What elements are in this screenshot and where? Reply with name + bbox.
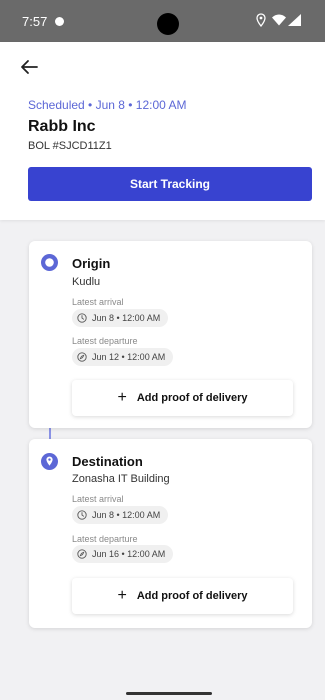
signal-icon bbox=[288, 14, 301, 26]
add-proof-label: Add proof of delivery bbox=[136, 392, 248, 404]
departure-label: Latest departure bbox=[72, 534, 138, 544]
home-indicator[interactable] bbox=[126, 692, 212, 695]
departure-pill: Jun 16 • 12:00 AM bbox=[72, 545, 174, 563]
add-proof-of-delivery-button[interactable]: + Add proof of delivery bbox=[72, 380, 293, 416]
camera-cutout bbox=[157, 13, 179, 35]
status-time: 7:57 bbox=[22, 14, 48, 29]
arrival-value: Jun 8 • 12:00 AM bbox=[92, 313, 161, 323]
compass-icon bbox=[77, 352, 87, 362]
company-name: Rabb Inc bbox=[28, 118, 96, 135]
start-tracking-button[interactable]: Start Tracking bbox=[28, 167, 312, 201]
location-icon bbox=[256, 13, 266, 27]
scheduled-status: Scheduled • Jun 8 • 12:00 AM bbox=[28, 98, 187, 112]
departure-value: Jun 12 • 12:00 AM bbox=[92, 352, 166, 362]
compass-icon bbox=[77, 549, 87, 559]
origin-circle-icon bbox=[41, 254, 58, 271]
add-proof-label: Add proof of delivery bbox=[136, 590, 248, 602]
recording-dot-icon bbox=[55, 17, 64, 26]
stop-title: Destination bbox=[72, 454, 143, 469]
destination-pin-icon bbox=[41, 453, 58, 470]
stop-location: Zonasha IT Building bbox=[72, 473, 170, 485]
app-screen: 7:57 Scheduled • Jun 8 • 12:00 AM Rabb I… bbox=[0, 0, 325, 700]
arrival-pill: Jun 8 • 12:00 AM bbox=[72, 309, 169, 327]
stop-title: Origin bbox=[72, 256, 111, 271]
plus-icon: + bbox=[117, 389, 127, 406]
status-bar: 7:57 bbox=[0, 0, 325, 42]
arrival-label: Latest arrival bbox=[72, 297, 124, 307]
arrival-pill: Jun 8 • 12:00 AM bbox=[72, 506, 169, 524]
wifi-icon bbox=[272, 14, 286, 26]
clock-icon bbox=[77, 313, 87, 323]
departure-label: Latest departure bbox=[72, 336, 138, 346]
add-proof-of-delivery-button[interactable]: + Add proof of delivery bbox=[72, 578, 293, 614]
back-arrow-icon[interactable] bbox=[18, 56, 40, 78]
stop-card-origin: Origin Kudlu Latest arrival Jun 8 • 12:0… bbox=[29, 241, 312, 428]
departure-pill: Jun 12 • 12:00 AM bbox=[72, 348, 174, 366]
arrival-value: Jun 8 • 12:00 AM bbox=[92, 510, 161, 520]
arrival-label: Latest arrival bbox=[72, 494, 124, 504]
stop-card-destination: Destination Zonasha IT Building Latest a… bbox=[29, 439, 312, 628]
bol-number: BOL #SJCD11Z1 bbox=[28, 140, 112, 152]
stop-location: Kudlu bbox=[72, 276, 101, 288]
clock-icon bbox=[77, 510, 87, 520]
plus-icon: + bbox=[117, 587, 127, 604]
departure-value: Jun 16 • 12:00 AM bbox=[92, 549, 166, 559]
shipment-header: Scheduled • Jun 8 • 12:00 AM Rabb Inc BO… bbox=[0, 42, 325, 220]
